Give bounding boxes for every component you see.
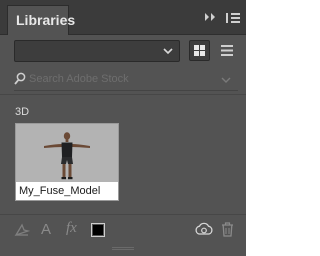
color-swatch-icon: [93, 225, 103, 235]
libraries-panel: Libraries Search Adobe Stock 3D My_Fuse_…: [0, 0, 246, 256]
stock-search: [14, 70, 238, 91]
search-icon: [14, 72, 26, 85]
cloud-sync-icon[interactable]: [195, 222, 213, 238]
add-graphic-icon[interactable]: [14, 222, 30, 238]
asset-tile[interactable]: My_Fuse_Model: [15, 123, 119, 201]
list-view-icon[interactable]: [216, 40, 238, 61]
tab-libraries[interactable]: Libraries: [7, 5, 75, 35]
trash-icon[interactable]: [221, 222, 234, 237]
panel-menu-icon[interactable]: [226, 12, 240, 24]
asset-name: My_Fuse_Model: [16, 182, 118, 200]
add-color-swatch-button[interactable]: [91, 223, 105, 237]
search-input[interactable]: [29, 70, 209, 88]
panel-footer: A fx: [0, 214, 246, 245]
panel-tabbar: Libraries: [0, 0, 246, 35]
divider: [0, 94, 246, 95]
add-layer-style-icon[interactable]: fx: [66, 220, 77, 237]
collapse-panel-icon[interactable]: [204, 12, 218, 22]
3d-model-thumbnail: [16, 124, 118, 182]
add-character-style-icon[interactable]: A: [41, 221, 51, 238]
resize-grip-icon[interactable]: [112, 246, 134, 251]
tab-libraries-label: Libraries: [16, 12, 76, 28]
library-dropdown[interactable]: [14, 40, 180, 62]
chevron-down-icon: [163, 48, 173, 55]
grid-view-button[interactable]: [189, 40, 210, 61]
section-label-3d: 3D: [15, 106, 30, 118]
grid-view-icon: [194, 45, 205, 56]
search-source-chevron-icon[interactable]: [221, 76, 231, 84]
